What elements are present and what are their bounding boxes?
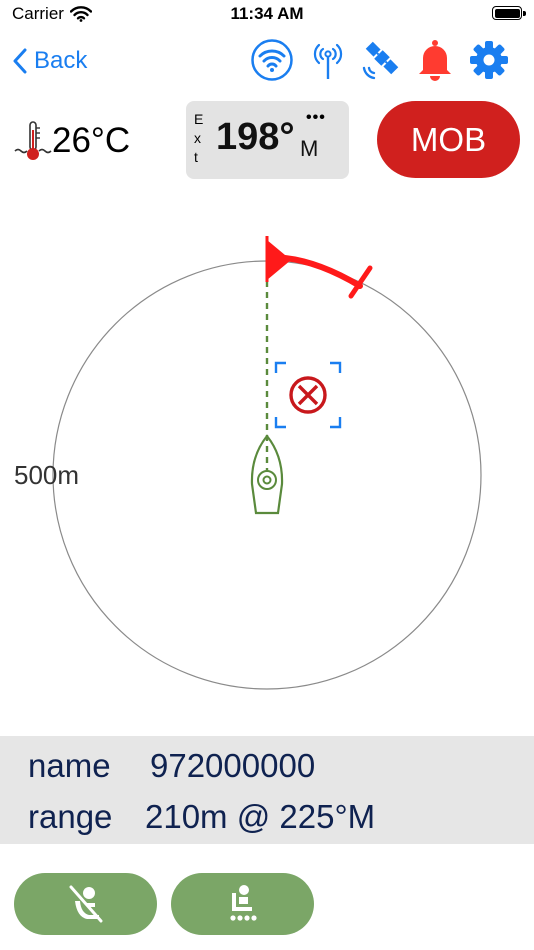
range-value: 210m @ 225°M [145, 798, 376, 835]
wifi-icon[interactable] [250, 38, 294, 82]
person-seat-icon [229, 885, 257, 921]
antenna-icon[interactable] [306, 38, 350, 82]
person-slash-icon [69, 885, 102, 923]
bell-icon[interactable] [413, 38, 457, 82]
temperature-value: 26°C [52, 121, 131, 160]
heading-source-letter: x [194, 130, 201, 146]
heading-source-letter: t [194, 149, 198, 165]
mob-button[interactable]: MOB [377, 101, 520, 178]
chevron-left-icon [13, 48, 27, 74]
back-label: Back [34, 47, 88, 74]
satellite-icon[interactable] [360, 38, 404, 82]
water-thermometer-icon [14, 121, 52, 160]
heading-display[interactable]: E x t ••• 198° M [186, 101, 349, 179]
battery-icon [492, 6, 522, 20]
back-button[interactable]: Back [12, 44, 87, 78]
mob-target-icon[interactable] [274, 361, 342, 429]
person-cancel-button[interactable] [14, 873, 157, 935]
status-time: 11:34 AM [230, 4, 304, 23]
range-label: range [28, 798, 113, 835]
range-ring-label: 500m [14, 460, 80, 490]
name-value: 972000000 [150, 747, 316, 784]
radar-view[interactable] [0, 220, 534, 725]
heading-unit: M [300, 136, 319, 161]
more-dots-icon[interactable]: ••• [306, 109, 326, 127]
north-flag-marker [265, 236, 373, 299]
person-seat-button[interactable] [171, 873, 314, 935]
heading-value: 198° [216, 116, 295, 158]
name-label: name [28, 747, 111, 784]
gear-icon[interactable] [467, 38, 511, 82]
heading-source-letters: E x t [194, 110, 203, 167]
battery-tip [523, 11, 526, 16]
heading-source-letter: E [194, 111, 204, 127]
target-info-panel: name 972000000 range 210m @ 225°M [0, 736, 534, 844]
temperature-display: 26°C [14, 116, 130, 166]
